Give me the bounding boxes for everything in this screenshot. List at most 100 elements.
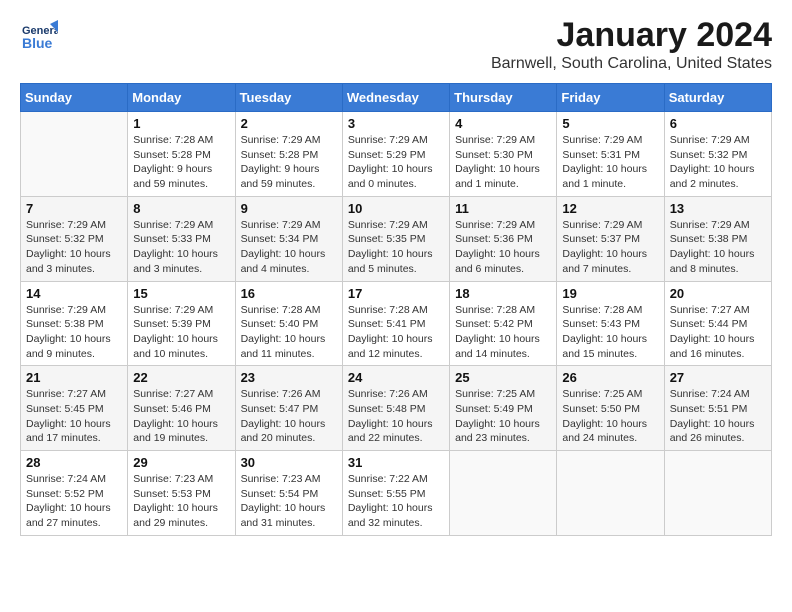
calendar-cell: 12Sunrise: 7:29 AM Sunset: 5:37 PM Dayli… <box>557 196 664 281</box>
calendar-cell: 16 Sunrise: 7:28 AM Sunset: 5:40 PM Dayli… <box>235 281 342 366</box>
column-header-saturday: Saturday <box>664 84 771 112</box>
calendar-cell: 15Sunrise: 7:29 AM Sunset: 5:39 PM Dayli… <box>128 281 235 366</box>
day-info: Sunrise: 7:23 AM Sunset: 5:54 PM Dayligh… <box>241 472 337 531</box>
day-number: 5 <box>562 116 658 131</box>
calendar-cell: 9 Sunrise: 7:29 AM Sunset: 5:34 PM Daylig… <box>235 196 342 281</box>
calendar-cell: 8Sunrise: 7:29 AM Sunset: 5:33 PM Daylig… <box>128 196 235 281</box>
calendar-header-row: SundayMondayTuesdayWednesdayThursdayFrid… <box>21 84 772 112</box>
day-number: 27 <box>670 370 766 385</box>
calendar-cell <box>557 451 664 536</box>
location-title: Barnwell, South Carolina, United States <box>491 55 772 73</box>
day-number: 25 <box>455 370 551 385</box>
day-number: 6 <box>670 116 766 131</box>
day-number: 7 <box>26 201 122 216</box>
calendar-cell: 24Sunrise: 7:26 AM Sunset: 5:48 PM Dayli… <box>342 366 449 451</box>
column-header-monday: Monday <box>128 84 235 112</box>
calendar-cell: 19Sunrise: 7:28 AM Sunset: 5:43 PM Dayli… <box>557 281 664 366</box>
day-info: Sunrise: 7:28 AM Sunset: 5:28 PM Dayligh… <box>133 133 229 192</box>
day-info: Sunrise: 7:29 AM Sunset: 5:36 PM Dayligh… <box>455 218 551 277</box>
calendar-cell: 7 Sunrise: 7:29 AM Sunset: 5:32 PM Daylig… <box>21 196 128 281</box>
logo-icon: General Blue <box>20 16 58 54</box>
day-number: 17 <box>348 286 444 301</box>
day-number: 31 <box>348 455 444 470</box>
calendar-body: 1Sunrise: 7:28 AM Sunset: 5:28 PM Daylig… <box>21 112 772 536</box>
column-header-friday: Friday <box>557 84 664 112</box>
day-info: Sunrise: 7:29 AM Sunset: 5:32 PM Dayligh… <box>670 133 766 192</box>
day-info: Sunrise: 7:25 AM Sunset: 5:50 PM Dayligh… <box>562 387 658 446</box>
day-info: Sunrise: 7:29 AM Sunset: 5:38 PM Dayligh… <box>26 303 122 362</box>
calendar-cell: 13 Sunrise: 7:29 AM Sunset: 5:38 PM Dayli… <box>664 196 771 281</box>
day-number: 3 <box>348 116 444 131</box>
week-row-5: 28 Sunrise: 7:24 AM Sunset: 5:52 PM Dayli… <box>21 451 772 536</box>
calendar-table: SundayMondayTuesdayWednesdayThursdayFrid… <box>20 83 772 536</box>
day-number: 9 <box>241 201 337 216</box>
day-number: 20 <box>670 286 766 301</box>
calendar-cell: 18Sunrise: 7:28 AM Sunset: 5:42 PM Dayli… <box>450 281 557 366</box>
calendar-cell: 30 Sunrise: 7:23 AM Sunset: 5:54 PM Dayli… <box>235 451 342 536</box>
day-number: 15 <box>133 286 229 301</box>
day-info: Sunrise: 7:27 AM Sunset: 5:45 PM Dayligh… <box>26 387 122 446</box>
calendar-cell: 2Sunrise: 7:29 AM Sunset: 5:28 PM Daylig… <box>235 112 342 197</box>
calendar-cell: 1Sunrise: 7:28 AM Sunset: 5:28 PM Daylig… <box>128 112 235 197</box>
day-number: 23 <box>241 370 337 385</box>
page-header: General Blue January 2024 Barnwell, Sout… <box>20 16 772 73</box>
calendar-cell: 27 Sunrise: 7:24 AM Sunset: 5:51 PM Dayli… <box>664 366 771 451</box>
day-info: Sunrise: 7:29 AM Sunset: 5:32 PM Dayligh… <box>26 218 122 277</box>
day-number: 28 <box>26 455 122 470</box>
day-info: Sunrise: 7:27 AM Sunset: 5:44 PM Dayligh… <box>670 303 766 362</box>
day-info: Sunrise: 7:28 AM Sunset: 5:41 PM Dayligh… <box>348 303 444 362</box>
day-info: Sunrise: 7:29 AM Sunset: 5:38 PM Dayligh… <box>670 218 766 277</box>
calendar-cell: 11 Sunrise: 7:29 AM Sunset: 5:36 PM Dayli… <box>450 196 557 281</box>
day-number: 13 <box>670 201 766 216</box>
column-header-sunday: Sunday <box>21 84 128 112</box>
week-row-4: 21 Sunrise: 7:27 AM Sunset: 5:45 PM Dayli… <box>21 366 772 451</box>
calendar-cell: 20 Sunrise: 7:27 AM Sunset: 5:44 PM Dayli… <box>664 281 771 366</box>
day-info: Sunrise: 7:29 AM Sunset: 5:35 PM Dayligh… <box>348 218 444 277</box>
logo: General Blue <box>20 16 62 54</box>
day-number: 24 <box>348 370 444 385</box>
calendar-cell: 6 Sunrise: 7:29 AM Sunset: 5:32 PM Daylig… <box>664 112 771 197</box>
calendar-cell: 25 Sunrise: 7:25 AM Sunset: 5:49 PM Dayli… <box>450 366 557 451</box>
day-number: 29 <box>133 455 229 470</box>
day-info: Sunrise: 7:25 AM Sunset: 5:49 PM Dayligh… <box>455 387 551 446</box>
calendar-cell <box>21 112 128 197</box>
day-info: Sunrise: 7:28 AM Sunset: 5:40 PM Dayligh… <box>241 303 337 362</box>
day-info: Sunrise: 7:22 AM Sunset: 5:55 PM Dayligh… <box>348 472 444 531</box>
day-number: 16 <box>241 286 337 301</box>
calendar-cell: 22Sunrise: 7:27 AM Sunset: 5:46 PM Dayli… <box>128 366 235 451</box>
calendar-cell: 21 Sunrise: 7:27 AM Sunset: 5:45 PM Dayli… <box>21 366 128 451</box>
calendar-cell: 5 Sunrise: 7:29 AM Sunset: 5:31 PM Daylig… <box>557 112 664 197</box>
column-header-wednesday: Wednesday <box>342 84 449 112</box>
day-info: Sunrise: 7:24 AM Sunset: 5:51 PM Dayligh… <box>670 387 766 446</box>
calendar-cell: 17 Sunrise: 7:28 AM Sunset: 5:41 PM Dayli… <box>342 281 449 366</box>
svg-text:Blue: Blue <box>22 35 53 51</box>
day-info: Sunrise: 7:29 AM Sunset: 5:34 PM Dayligh… <box>241 218 337 277</box>
calendar-cell <box>664 451 771 536</box>
day-info: Sunrise: 7:23 AM Sunset: 5:53 PM Dayligh… <box>133 472 229 531</box>
calendar-cell: 26Sunrise: 7:25 AM Sunset: 5:50 PM Dayli… <box>557 366 664 451</box>
calendar-cell: 4 Sunrise: 7:29 AM Sunset: 5:30 PM Daylig… <box>450 112 557 197</box>
day-info: Sunrise: 7:29 AM Sunset: 5:30 PM Dayligh… <box>455 133 551 192</box>
calendar-cell: 29 Sunrise: 7:23 AM Sunset: 5:53 PM Dayli… <box>128 451 235 536</box>
day-number: 2 <box>241 116 337 131</box>
day-number: 21 <box>26 370 122 385</box>
day-number: 10 <box>348 201 444 216</box>
calendar-cell: 23 Sunrise: 7:26 AM Sunset: 5:47 PM Dayli… <box>235 366 342 451</box>
day-info: Sunrise: 7:29 AM Sunset: 5:37 PM Dayligh… <box>562 218 658 277</box>
day-info: Sunrise: 7:24 AM Sunset: 5:52 PM Dayligh… <box>26 472 122 531</box>
day-info: Sunrise: 7:26 AM Sunset: 5:47 PM Dayligh… <box>241 387 337 446</box>
day-number: 19 <box>562 286 658 301</box>
day-number: 30 <box>241 455 337 470</box>
day-info: Sunrise: 7:29 AM Sunset: 5:33 PM Dayligh… <box>133 218 229 277</box>
week-row-1: 1Sunrise: 7:28 AM Sunset: 5:28 PM Daylig… <box>21 112 772 197</box>
day-info: Sunrise: 7:29 AM Sunset: 5:29 PM Dayligh… <box>348 133 444 192</box>
day-number: 18 <box>455 286 551 301</box>
title-area: January 2024 Barnwell, South Carolina, U… <box>491 16 772 73</box>
day-info: Sunrise: 7:29 AM Sunset: 5:31 PM Dayligh… <box>562 133 658 192</box>
month-title: January 2024 <box>491 16 772 55</box>
day-number: 14 <box>26 286 122 301</box>
day-number: 4 <box>455 116 551 131</box>
day-number: 11 <box>455 201 551 216</box>
column-header-tuesday: Tuesday <box>235 84 342 112</box>
day-number: 22 <box>133 370 229 385</box>
